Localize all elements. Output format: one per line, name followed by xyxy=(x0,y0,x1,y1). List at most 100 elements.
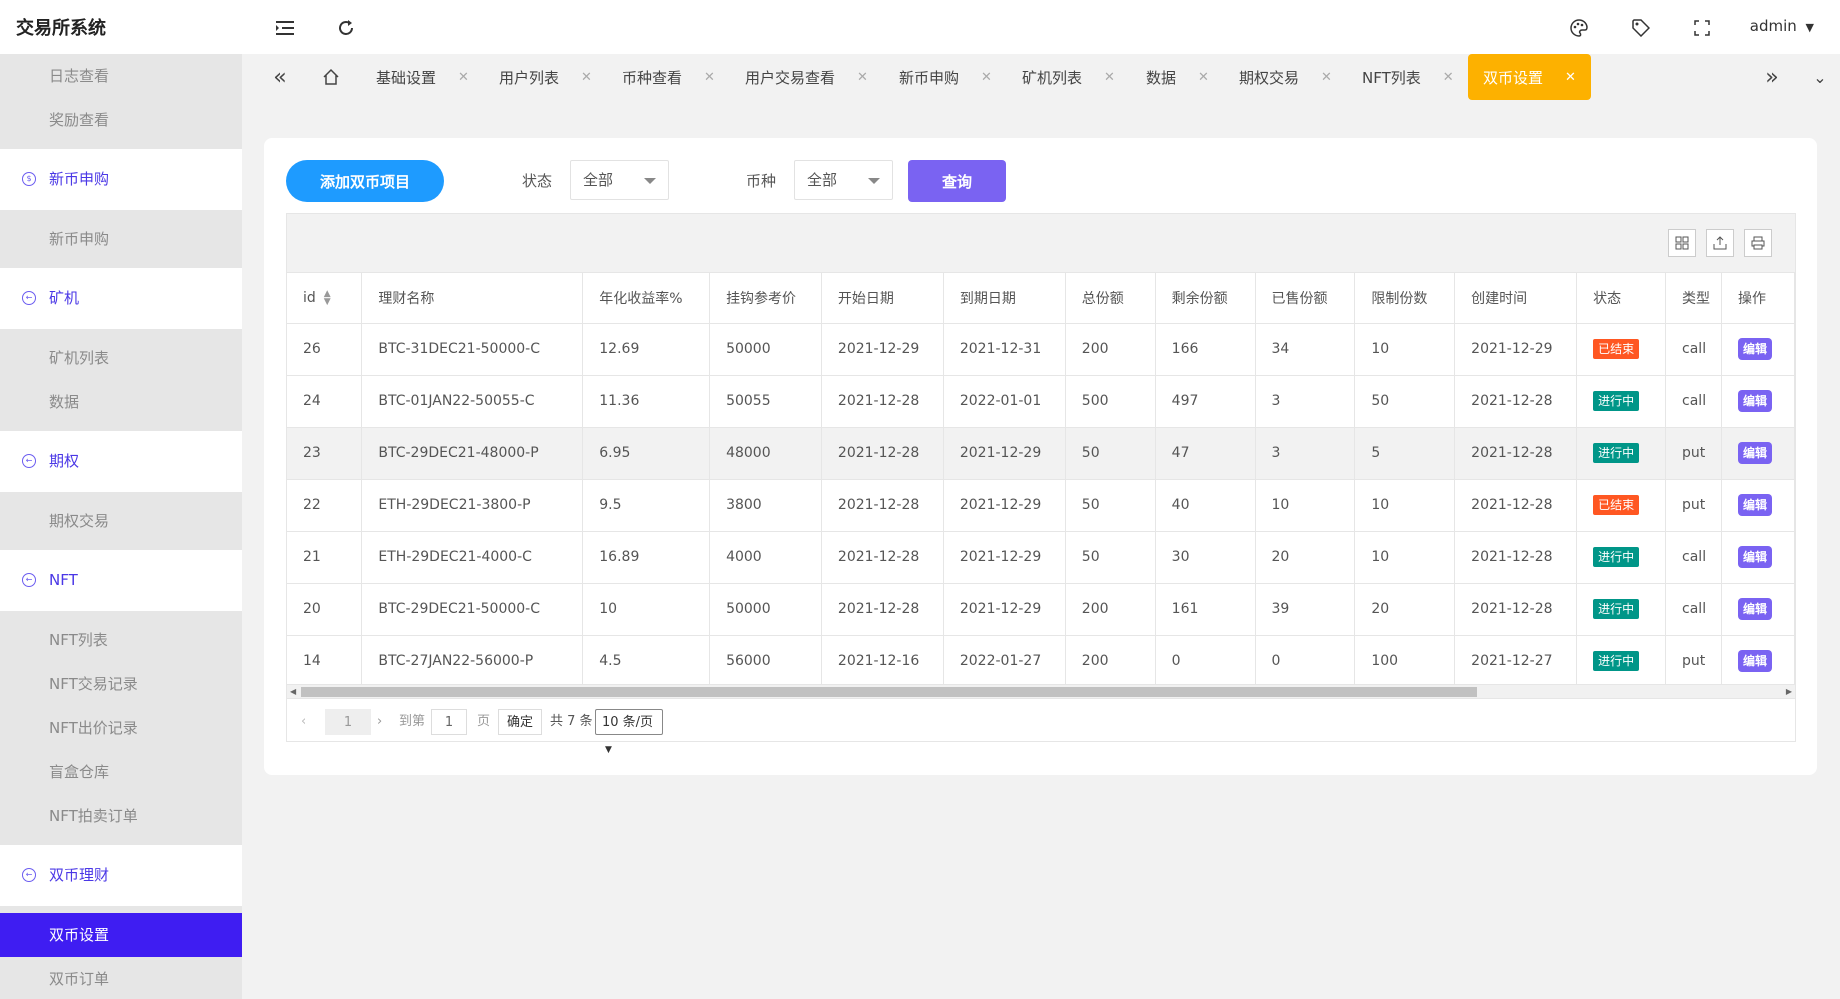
edit-button[interactable]: 编辑 xyxy=(1737,494,1772,516)
scroll-right-icon[interactable]: ▶ xyxy=(1786,687,1792,696)
palette-icon[interactable] xyxy=(1568,17,1590,39)
tab-new-coin[interactable]: 新币申购 ✕ xyxy=(899,54,992,100)
table-cell: 2021-12-28 xyxy=(1454,583,1578,636)
table-cell: put xyxy=(1665,635,1722,688)
export-icon[interactable] xyxy=(1706,229,1734,257)
cell-value: 166 xyxy=(1171,341,1199,357)
cell-value: 50000 xyxy=(726,601,771,617)
edit-button[interactable]: 编辑 xyxy=(1737,338,1772,360)
current-page[interactable]: 1 xyxy=(325,709,371,735)
sidebar-group-options[interactable]: ← 期权 xyxy=(0,431,242,492)
edit-button[interactable]: 编辑 xyxy=(1737,598,1772,620)
table-row: 24 BTC-01JAN22-50055-C 11.36 50055 2021-12-2… xyxy=(287,375,1796,428)
sidebar-group-miner[interactable]: ← 矿机 xyxy=(0,268,242,329)
print-icon[interactable] xyxy=(1744,229,1772,257)
close-icon[interactable]: ✕ xyxy=(704,70,715,85)
cell-value: 11.36 xyxy=(599,393,640,409)
table-cell: BTC-01JAN22-50055-C xyxy=(361,375,584,428)
prev-page-icon[interactable]: ‹ xyxy=(301,709,306,735)
cell-value: 2021-12-28 xyxy=(1471,549,1553,565)
sort-icon[interactable]: ▲ ▼ xyxy=(324,289,331,306)
table-cell: 2021-12-28 xyxy=(821,479,944,532)
sidebar-item-logs[interactable]: 日志查看 xyxy=(0,54,242,98)
sidebar-item-nft-bids[interactable]: NFT出价记录 xyxy=(0,706,242,750)
horizontal-scrollbar[interactable]: ◀ ▶ xyxy=(287,684,1795,699)
scroll-left-icon[interactable]: ◀ xyxy=(290,687,296,696)
cell-value: 6.95 xyxy=(599,445,631,461)
next-page-icon[interactable]: › xyxy=(377,709,382,735)
tabs-scroll-left-icon[interactable]: « xyxy=(266,54,294,100)
goto-confirm-button[interactable]: 确定 xyxy=(498,709,542,735)
close-icon[interactable]: ✕ xyxy=(981,70,992,85)
columns-icon[interactable] xyxy=(1668,229,1696,257)
fullscreen-icon[interactable] xyxy=(1691,17,1713,39)
close-icon[interactable]: ✕ xyxy=(1443,70,1454,85)
table-cell: 23 xyxy=(287,427,363,480)
close-icon[interactable]: ✕ xyxy=(581,70,592,85)
table-cell: 2021-12-29 xyxy=(943,427,1066,480)
home-icon[interactable] xyxy=(318,54,344,100)
tag-icon[interactable] xyxy=(1630,17,1652,39)
tab-label: 用户列表 xyxy=(499,68,560,87)
sidebar-item-new-coin[interactable]: 新币申购 xyxy=(0,217,242,261)
close-icon[interactable]: ✕ xyxy=(1198,70,1209,85)
table-cell: 166 xyxy=(1155,323,1256,376)
edit-button[interactable]: 编辑 xyxy=(1737,442,1772,464)
close-icon[interactable]: ✕ xyxy=(1321,70,1332,85)
sidebar-item-dual-settings[interactable]: 双币设置 xyxy=(0,913,242,957)
coin-select[interactable]: 全部 xyxy=(794,160,893,200)
add-dual-coin-button[interactable]: 添加双币项目 xyxy=(286,160,444,202)
sidebar-item-nft-list[interactable]: NFT列表 xyxy=(0,618,242,662)
tab-options-trade[interactable]: 期权交易 ✕ xyxy=(1239,54,1332,100)
tab-label: 矿机列表 xyxy=(1022,68,1083,87)
sidebar-item-miner-list[interactable]: 矿机列表 xyxy=(0,336,242,380)
tab-data[interactable]: 数据 ✕ xyxy=(1146,54,1209,100)
edit-button[interactable]: 编辑 xyxy=(1737,650,1772,672)
edit-button[interactable]: 编辑 xyxy=(1737,546,1772,568)
tab-dual-settings[interactable]: 双币设置 ✕ xyxy=(1468,54,1591,100)
cell-value: 200 xyxy=(1081,341,1109,357)
sidebar-item-nft-auction[interactable]: NFT拍卖订单 xyxy=(0,794,242,838)
table-cell: 497 xyxy=(1155,375,1256,428)
sidebar-item-nft-trades[interactable]: NFT交易记录 xyxy=(0,662,242,706)
sidebar-item-blind-box[interactable]: 盲盒仓库 xyxy=(0,750,242,794)
cell-value: call xyxy=(1682,601,1707,617)
page-size-select[interactable]: 10 条/页 ▼ xyxy=(595,709,663,755)
sidebar-item-rewards[interactable]: 奖励查看 xyxy=(0,98,242,142)
tab-coin-view[interactable]: 币种查看 ✕ xyxy=(622,54,715,100)
sidebar-group-nft[interactable]: ← NFT xyxy=(0,550,242,611)
refresh-icon[interactable] xyxy=(335,17,357,39)
table-cell: 9.5 xyxy=(582,479,711,532)
tab-nft-list[interactable]: NFT列表 ✕ xyxy=(1362,54,1454,100)
sidebar-item-dual-orders[interactable]: 双币订单 xyxy=(0,957,242,999)
cell-value: 50000 xyxy=(726,341,771,357)
sidebar-item-data[interactable]: 数据 xyxy=(0,380,242,424)
column-header[interactable]: id ▲ ▼ xyxy=(287,273,363,324)
tabs-dropdown-icon[interactable]: ⌄ xyxy=(1806,54,1834,100)
tab-basic-settings[interactable]: 基础设置 ✕ xyxy=(376,54,469,100)
sidebar-group-new-coin[interactable]: $ 新币申购 xyxy=(0,149,242,210)
status-select[interactable]: 全部 xyxy=(570,160,669,200)
sidebar-item-options-trade[interactable]: 期权交易 xyxy=(0,499,242,543)
close-icon[interactable]: ✕ xyxy=(1104,70,1115,85)
tab-miner-list[interactable]: 矿机列表 ✕ xyxy=(1022,54,1115,100)
close-icon[interactable]: ✕ xyxy=(458,70,469,85)
table-cell: 12.69 xyxy=(582,323,711,376)
user-menu[interactable]: admin ▼ xyxy=(1750,17,1814,35)
close-icon[interactable]: ✕ xyxy=(857,70,868,85)
scrollbar-thumb[interactable] xyxy=(301,687,1477,697)
query-button[interactable]: 查询 xyxy=(908,160,1006,202)
menu-collapse-icon[interactable] xyxy=(274,17,296,39)
goto-page-input[interactable]: 1 xyxy=(431,709,467,735)
tabs-scroll-right-icon[interactable]: » xyxy=(1758,54,1786,100)
cell-value: 30 xyxy=(1171,549,1190,565)
close-icon[interactable]: ✕ xyxy=(1565,70,1576,85)
tab-user-list[interactable]: 用户列表 ✕ xyxy=(499,54,592,100)
tab-user-trades[interactable]: 用户交易查看 ✕ xyxy=(745,54,868,100)
cell-value: 48000 xyxy=(726,445,771,461)
sidebar-group-dual-coin[interactable]: ← 双币理财 xyxy=(0,845,242,906)
edit-button[interactable]: 编辑 xyxy=(1737,390,1772,412)
table-cell: 200 xyxy=(1065,635,1156,688)
arrow-circle-icon: ← xyxy=(22,868,36,882)
tab-label: 币种查看 xyxy=(622,68,683,87)
